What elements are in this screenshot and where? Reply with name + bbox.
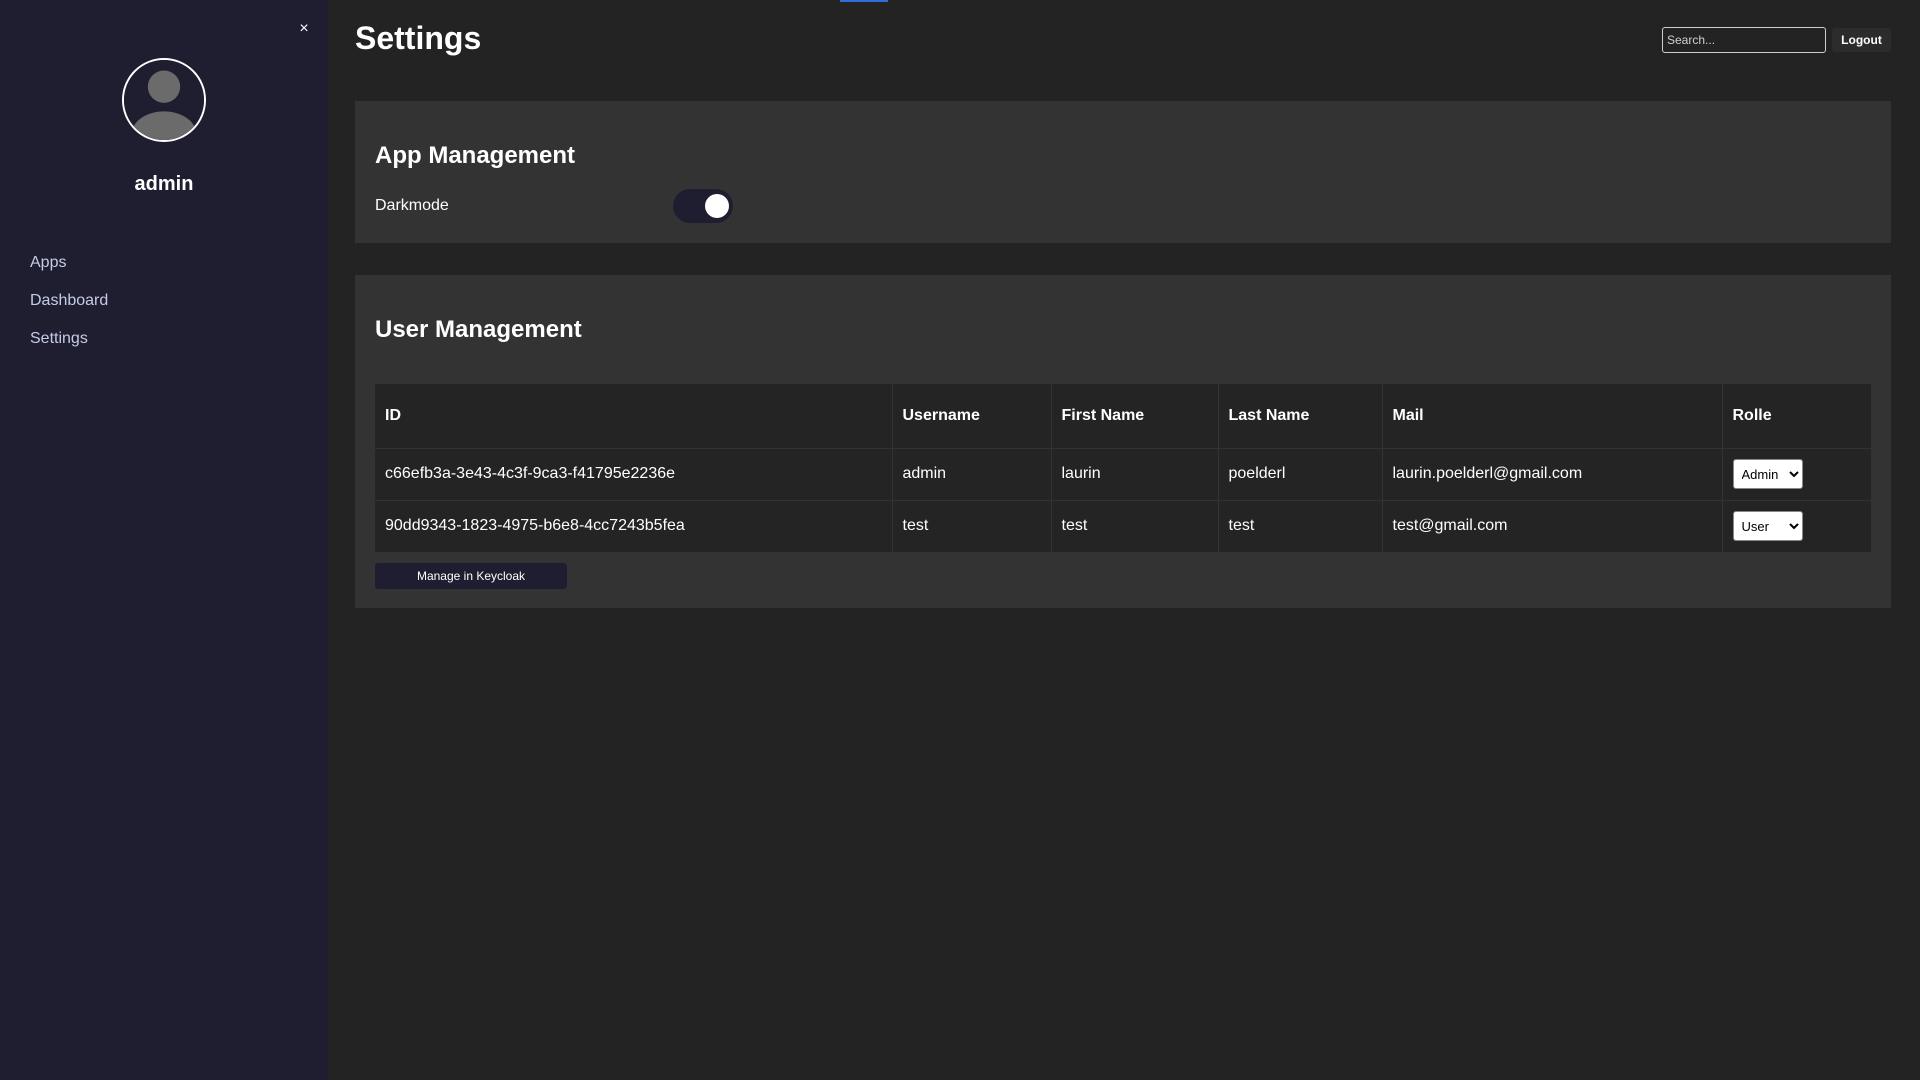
avatar-silhouette xyxy=(124,60,204,140)
top-progress-indicator xyxy=(840,0,888,2)
app-management-panel: App Management Darkmode xyxy=(355,101,1891,243)
darkmode-label: Darkmode xyxy=(375,197,449,214)
cell-username: test xyxy=(892,500,1052,553)
user-table: ID Username First Name Last Name Mail Ro… xyxy=(375,384,1871,553)
logout-button[interactable]: Logout xyxy=(1832,28,1891,52)
sidebar-nav: Apps Dashboard Settings xyxy=(30,253,108,367)
cell-first-name: test xyxy=(1051,500,1219,553)
sidebar-item-dashboard[interactable]: Dashboard xyxy=(30,291,108,329)
column-header-first-name: First Name xyxy=(1051,384,1219,449)
app-root: × admin Apps Dashboard Settings Settings… xyxy=(0,0,1920,1080)
app-management-title: App Management xyxy=(375,142,576,169)
cell-role: Admin xyxy=(1722,448,1871,501)
cell-mail: test@gmail.com xyxy=(1382,500,1723,553)
cell-last-name: poelderl xyxy=(1218,448,1383,501)
close-icon[interactable]: × xyxy=(296,20,312,38)
search-input[interactable] xyxy=(1662,27,1826,53)
column-header-role: Rolle xyxy=(1722,384,1871,449)
role-select[interactable]: Admin xyxy=(1732,459,1803,489)
cell-username: admin xyxy=(892,448,1052,501)
cell-first-name: laurin xyxy=(1051,448,1219,501)
sidebar-username: admin xyxy=(134,173,194,195)
user-management-panel: User Management ID Username First Name L… xyxy=(355,275,1891,608)
column-header-id: ID xyxy=(375,384,893,449)
sidebar-item-apps[interactable]: Apps xyxy=(30,253,108,291)
darkmode-toggle[interactable] xyxy=(673,189,733,223)
table-header-row: ID Username First Name Last Name Mail Ro… xyxy=(375,384,1871,449)
cell-id: c66efb3a-3e43-4c3f-9ca3-f41795e2236e xyxy=(375,448,893,501)
column-header-username: Username xyxy=(892,384,1052,449)
sidebar-item-settings[interactable]: Settings xyxy=(30,329,108,367)
page-title: Settings xyxy=(355,20,482,56)
manage-in-keycloak-button[interactable]: Manage in Keycloak xyxy=(375,563,567,589)
table-row: 90dd9343-1823-4975-b6e8-4cc7243b5fea tes… xyxy=(375,500,1871,553)
sidebar: × admin Apps Dashboard Settings xyxy=(0,0,328,1080)
table-row: c66efb3a-3e43-4c3f-9ca3-f41795e2236e adm… xyxy=(375,448,1871,501)
user-avatar-icon xyxy=(122,58,206,142)
role-select[interactable]: User xyxy=(1732,511,1803,541)
column-header-mail: Mail xyxy=(1382,384,1723,449)
toggle-knob xyxy=(705,194,729,218)
cell-mail: laurin.poelderl@gmail.com xyxy=(1382,448,1723,501)
cell-id: 90dd9343-1823-4975-b6e8-4cc7243b5fea xyxy=(375,500,893,553)
user-management-title: User Management xyxy=(375,316,582,343)
column-header-last-name: Last Name xyxy=(1218,384,1383,449)
cell-role: User xyxy=(1722,500,1871,553)
cell-last-name: test xyxy=(1218,500,1383,553)
